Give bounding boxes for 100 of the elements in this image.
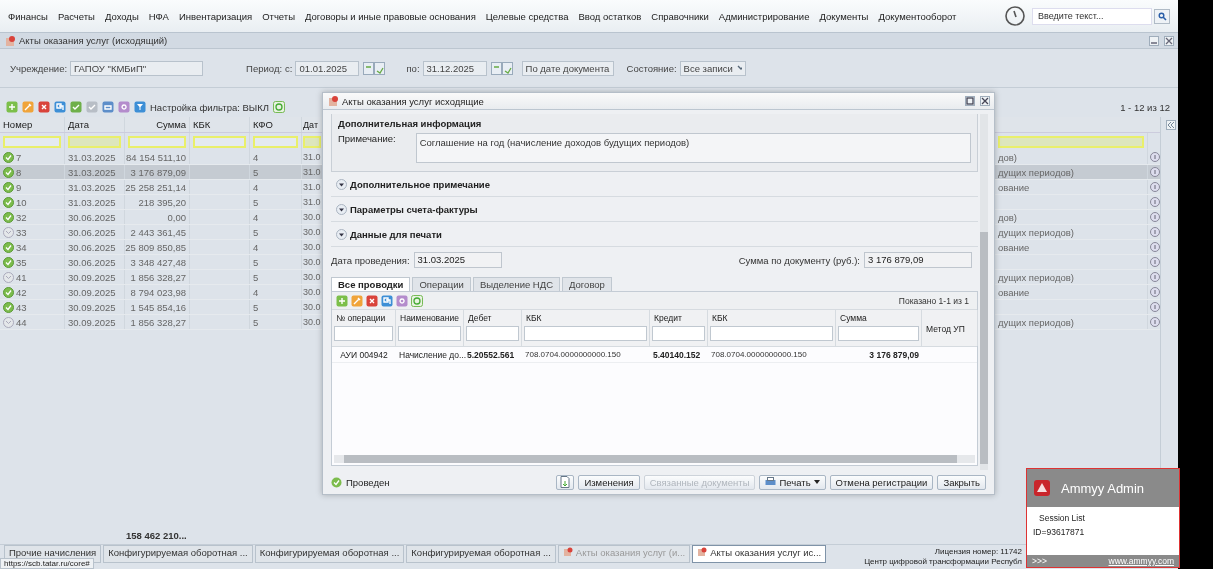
info-icon[interactable] — [1150, 167, 1160, 177]
check-icon[interactable] — [70, 101, 82, 113]
menu-item[interactable]: Ввод остатков — [578, 10, 642, 22]
filter-field[interactable] — [303, 135, 321, 148]
info-icon[interactable] — [1150, 197, 1160, 207]
dialog-button[interactable]: Изменения — [578, 474, 640, 490]
plus-icon[interactable] — [336, 294, 348, 307]
filter-field[interactable] — [466, 326, 519, 341]
delete-icon[interactable] — [366, 294, 378, 307]
column-header[interactable]: Наименование — [398, 313, 461, 323]
column-header[interactable]: Сумма — [838, 313, 919, 323]
info-icon[interactable] — [1150, 212, 1160, 222]
calendar-icon[interactable] — [363, 61, 386, 75]
info-icon[interactable] — [1150, 152, 1160, 162]
column-header[interactable]: Дебет — [466, 313, 519, 323]
note-field[interactable]: Соглашение на год (начисление доходов будущих периодов) — [415, 133, 971, 163]
dialog-button[interactable]: Отмена регистрации — [829, 474, 934, 490]
collapse-button[interactable] — [1165, 120, 1176, 130]
menu-item[interactable]: Администрирование — [718, 10, 810, 22]
column-header[interactable]: Сумма — [125, 117, 190, 132]
check-icon[interactable] — [86, 101, 98, 113]
section-title[interactable]: Дополнительное примечание — [350, 178, 490, 190]
filter-field[interactable] — [68, 135, 121, 148]
horizontal-scrollbar[interactable] — [334, 455, 975, 463]
section-title[interactable]: Параметры счета-фактуры — [350, 203, 478, 215]
date-field[interactable]: 01.01.2025 — [295, 60, 360, 76]
info-icon[interactable] — [1150, 272, 1160, 282]
maximize-button[interactable] — [965, 96, 975, 106]
date-field[interactable]: 31.12.2025 — [422, 60, 487, 76]
menu-item[interactable]: Документы — [819, 10, 869, 22]
delete-icon[interactable] — [38, 101, 50, 113]
institution-field[interactable]: ГАПОУ "КМБиП" — [70, 60, 204, 76]
vertical-scrollbar[interactable] — [980, 114, 988, 470]
minimize-button[interactable] — [1149, 35, 1159, 46]
copy-icon[interactable] — [54, 101, 66, 113]
date-mode-select[interactable]: По дате документа — [521, 60, 614, 76]
info-icon[interactable] — [1150, 227, 1160, 237]
menu-item[interactable]: Инвентаризация — [178, 10, 253, 22]
plus-icon[interactable] — [6, 101, 18, 113]
tab[interactable]: Выделение НДС — [472, 277, 561, 291]
filter-field[interactable] — [398, 326, 461, 341]
column-header[interactable]: КБК — [524, 313, 647, 323]
expand-icon[interactable] — [336, 228, 347, 240]
info-icon[interactable] — [1150, 317, 1160, 327]
taskbar-tab[interactable]: Конфигурируемая оборотная ... — [406, 545, 556, 563]
info-icon[interactable] — [1150, 287, 1160, 297]
info-icon[interactable] — [1150, 182, 1160, 192]
pencil-icon[interactable] — [351, 294, 363, 307]
filter-field[interactable] — [652, 326, 705, 341]
expand-icon[interactable] — [336, 203, 347, 215]
menu-item[interactable]: НФА — [148, 10, 169, 22]
export-button[interactable] — [556, 474, 575, 490]
pencil-icon[interactable] — [22, 101, 34, 113]
column-header[interactable]: № операции — [334, 313, 393, 323]
dialog-button[interactable]: Закрыть — [937, 474, 986, 490]
column-header[interactable]: Метод УП — [924, 323, 975, 334]
column-header[interactable]: КФО — [250, 117, 302, 132]
tab[interactable]: Операции — [412, 277, 471, 291]
filter-field[interactable] — [710, 326, 833, 341]
menu-item[interactable]: Финансы — [8, 10, 48, 22]
menu-item[interactable]: Доходы — [104, 10, 139, 22]
column-header[interactable]: Кредит — [652, 313, 705, 323]
clock-icon[interactable] — [1004, 5, 1026, 27]
section-title[interactable]: Данные для печати — [350, 228, 442, 240]
menu-item[interactable]: Договоры и иные правовые основания — [305, 10, 476, 22]
calendar-icon[interactable] — [490, 61, 513, 75]
filter-field[interactable] — [3, 135, 61, 148]
filter-field[interactable] — [524, 326, 647, 341]
menu-item[interactable]: Отчеты — [262, 10, 295, 22]
menu-item[interactable]: Справочники — [651, 10, 709, 22]
taskbar-tab[interactable]: Конфигурируемая оборотная ... — [103, 545, 253, 563]
menu-item[interactable]: Целевые средства — [485, 10, 569, 22]
close-button[interactable] — [1164, 35, 1174, 46]
column-header[interactable]: Дат — [302, 117, 322, 132]
menu-item[interactable]: Документооборот — [878, 10, 957, 22]
filter-field[interactable] — [334, 326, 393, 341]
column-header[interactable]: Дата — [65, 117, 125, 132]
date-field[interactable]: 31.03.2025 — [413, 252, 502, 268]
dialog-button[interactable]: Печать — [759, 474, 826, 490]
search-field[interactable]: Введите текст... — [1032, 7, 1152, 25]
state-select[interactable]: Все записи — [679, 60, 746, 76]
search-button[interactable] — [1154, 8, 1170, 24]
info-icon[interactable] — [1150, 257, 1160, 267]
close-button[interactable] — [980, 96, 990, 106]
filter-field[interactable] — [128, 135, 186, 148]
taskbar-tab[interactable]: Конфигурируемая оборотная ... — [254, 545, 405, 563]
expand-icon[interactable] — [336, 178, 347, 190]
taskbar-tab[interactable]: Акты оказания услуг ис... — [692, 545, 827, 563]
column-header[interactable]: КБК — [710, 313, 833, 323]
filter-setting-button[interactable]: Настройка фильтра: ВЫКЛ — [150, 101, 269, 113]
info-icon[interactable] — [1150, 302, 1160, 312]
filter-field[interactable] — [253, 135, 298, 148]
column-header[interactable]: КБК — [190, 117, 250, 132]
filter-field[interactable] — [838, 326, 919, 341]
tab[interactable]: Договор — [562, 277, 612, 291]
tab[interactable]: Все проводки — [331, 277, 411, 291]
column-header[interactable]: Номер — [0, 117, 65, 132]
menu-item[interactable]: Расчеты — [57, 10, 95, 22]
info-icon[interactable] — [1150, 242, 1160, 252]
filter-icon[interactable] — [134, 101, 146, 113]
